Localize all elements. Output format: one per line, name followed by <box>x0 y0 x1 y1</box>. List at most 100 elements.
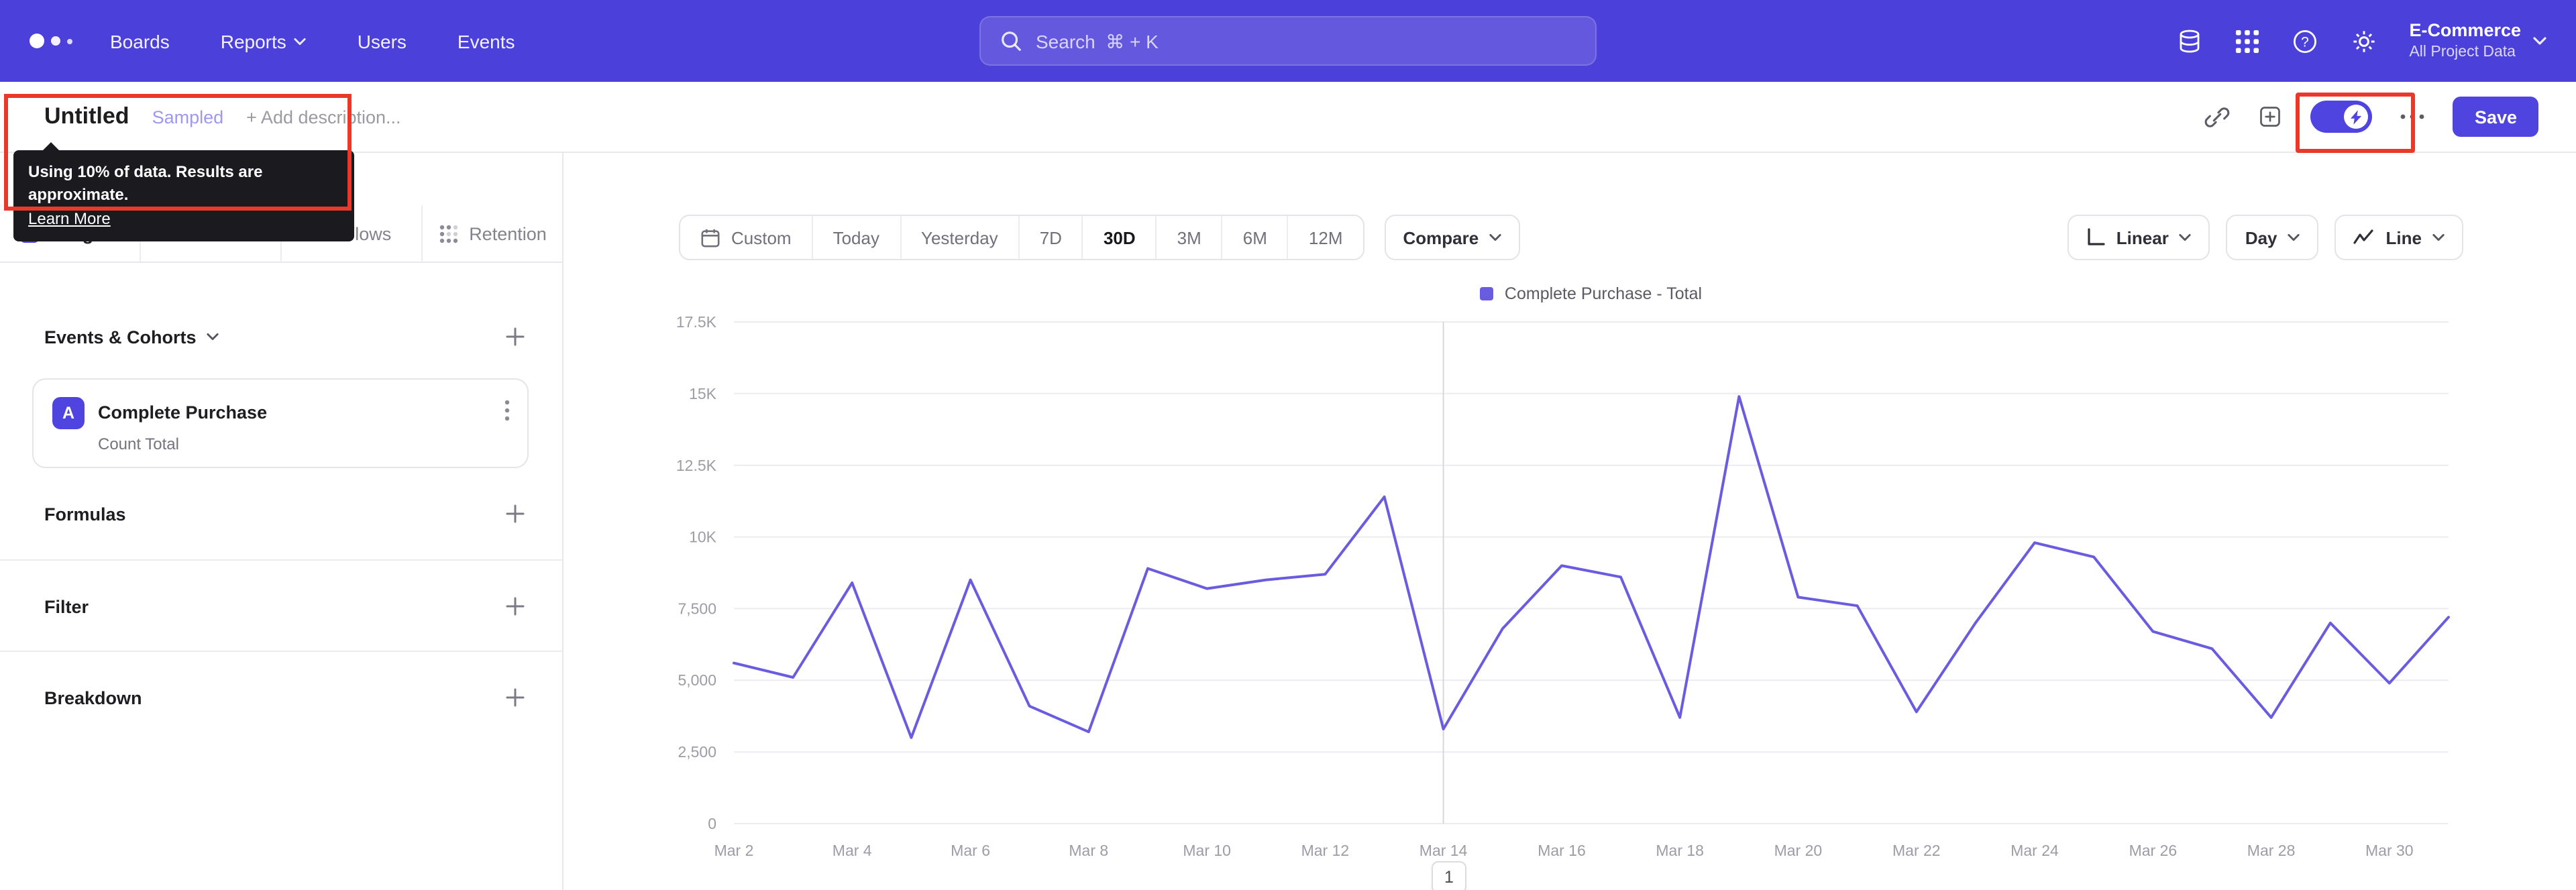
chevron-down-icon <box>1489 233 1501 241</box>
query-builder-sidebar: Insights Funnels Flows Retention Events <box>0 153 564 890</box>
svg-text:Mar 8: Mar 8 <box>1069 842 1108 859</box>
event-card-complete-purchase[interactable]: A Complete Purchase Count Total <box>32 378 529 468</box>
nav-item-label: Events <box>457 30 515 52</box>
tooltip-text: Using 10% of data. Results are approxima… <box>28 162 263 205</box>
compare-button[interactable]: Compare <box>1384 215 1521 260</box>
svg-text:5,000: 5,000 <box>678 671 716 689</box>
project-switcher[interactable]: E-Commerce All Project Data <box>2409 20 2546 62</box>
range-label: Custom <box>731 227 792 247</box>
range-3m-button[interactable]: 3M <box>1155 216 1222 259</box>
range-label: 7D <box>1039 227 1062 247</box>
nav-right-cluster: ? E-Commerce All Project Data <box>2176 20 2546 62</box>
app-window: Boards Reports Users Events ? E-Commerce… <box>0 0 2576 890</box>
svg-text:Mar 6: Mar 6 <box>951 842 990 859</box>
range-7d-button[interactable]: 7D <box>1018 216 1082 259</box>
range-6m-button[interactable]: 6M <box>1221 216 1287 259</box>
tab-retention[interactable]: Retention <box>423 205 562 262</box>
add-description[interactable]: + Add description... <box>246 107 400 127</box>
section-breakdown: Breakdown <box>44 681 525 714</box>
chart-legend[interactable]: Complete Purchase - Total <box>734 284 2449 303</box>
nav-item-events[interactable]: Events <box>458 30 515 52</box>
search-icon <box>1000 30 1022 52</box>
date-range-segmented: Custom Today Yesterday 7D 30D 3M 6M 12M <box>679 215 1364 260</box>
nav-item-reports[interactable]: Reports <box>221 30 307 52</box>
range-12m-button[interactable]: 12M <box>1287 216 1363 259</box>
save-button[interactable]: Save <box>2453 97 2538 137</box>
help-icon[interactable]: ? <box>2291 27 2318 54</box>
section-label: Formulas <box>44 504 126 524</box>
chevron-down-icon <box>294 37 307 45</box>
section-filter: Filter <box>44 590 525 622</box>
svg-text:Mar 18: Mar 18 <box>1656 842 1704 859</box>
chevron-down-icon <box>2180 233 2192 241</box>
primary-nav: Boards Reports Users Events <box>110 30 515 52</box>
add-formula-button[interactable] <box>506 504 525 523</box>
svg-text:Mar 26: Mar 26 <box>2129 842 2178 859</box>
svg-text:Mar 10: Mar 10 <box>1183 842 1231 859</box>
top-nav: Boards Reports Users Events ? E-Commerce… <box>0 0 2576 82</box>
range-label: 30D <box>1103 227 1136 247</box>
toggle-knob <box>2344 105 2369 129</box>
logo-dot-icon <box>67 38 72 44</box>
sampling-toggle[interactable] <box>2310 101 2373 133</box>
svg-text:7,500: 7,500 <box>678 600 716 617</box>
svg-text:0: 0 <box>708 815 716 832</box>
sampled-badge[interactable]: Sampled <box>152 107 224 127</box>
nav-item-label: Reports <box>220 30 286 52</box>
report-title[interactable]: Untitled <box>44 103 129 130</box>
nav-item-label: Users <box>357 30 407 52</box>
insights-line-chart[interactable]: 0 2,500 5,000 7,500 10K 12.5K 15K 17.5K Mar 2 Mar… <box>564 309 2576 890</box>
share-link-icon[interactable] <box>2205 104 2231 129</box>
more-options-icon[interactable] <box>2401 114 2425 119</box>
scale-select[interactable]: Linear <box>2068 215 2210 260</box>
chevron-down-icon <box>207 333 219 341</box>
scale-label: Linear <box>2116 227 2169 247</box>
chart-panel: Custom Today Yesterday 7D 30D 3M 6M 12M … <box>564 153 2576 890</box>
search-input[interactable] <box>1036 30 1576 52</box>
data-explorer-icon[interactable] <box>2176 27 2202 54</box>
events-cohorts-toggle[interactable]: Events & Cohorts <box>44 327 219 347</box>
chart-pagination[interactable]: 1 <box>1432 861 1466 890</box>
chart-type-select[interactable]: Line <box>2334 215 2463 260</box>
legend-swatch-icon <box>1480 287 1494 300</box>
section-formulas: Formulas <box>44 498 525 530</box>
kebab-icon[interactable] <box>504 400 510 421</box>
mixpanel-logo[interactable] <box>30 34 72 48</box>
event-avatar: A <box>52 397 85 429</box>
chart-display-controls: Linear Day Line <box>2068 215 2463 260</box>
svg-text:Mar 12: Mar 12 <box>1301 842 1350 859</box>
line-chart-icon <box>2353 229 2375 245</box>
range-custom-button[interactable]: Custom <box>680 216 812 259</box>
add-filter-button[interactable] <box>506 597 525 616</box>
divider <box>0 651 562 652</box>
granularity-select[interactable]: Day <box>2226 215 2319 260</box>
global-search[interactable] <box>979 16 1597 66</box>
event-metric[interactable]: Count Total <box>98 435 179 453</box>
apps-grid-icon[interactable] <box>2235 29 2259 53</box>
chevron-down-icon <box>2432 233 2445 241</box>
nav-item-boards[interactable]: Boards <box>110 30 170 52</box>
svg-text:Mar 30: Mar 30 <box>2365 842 2414 859</box>
svg-text:Mar 22: Mar 22 <box>1892 842 1941 859</box>
chart-toolbar: Custom Today Yesterday 7D 30D 3M 6M 12M … <box>679 215 2463 260</box>
add-event-button[interactable] <box>506 327 525 346</box>
add-breakdown-button[interactable] <box>506 688 525 707</box>
section-label: Filter <box>44 596 89 616</box>
range-label: 6M <box>1242 227 1267 247</box>
granularity-label: Day <box>2245 227 2277 247</box>
add-to-board-icon[interactable] <box>2259 105 2283 129</box>
svg-text:17.5K: 17.5K <box>676 313 717 331</box>
nav-item-users[interactable]: Users <box>358 30 407 52</box>
svg-text:15K: 15K <box>689 385 717 402</box>
learn-more-link[interactable]: Learn More <box>28 208 111 231</box>
range-today-button[interactable]: Today <box>811 216 900 259</box>
calendar-icon <box>700 227 720 247</box>
settings-gear-icon[interactable] <box>2350 27 2377 54</box>
range-label: Yesterday <box>921 227 998 247</box>
report-header: Untitled Sampled + Add description... Sa… <box>0 82 2576 153</box>
range-label: 12M <box>1308 227 1343 247</box>
range-yesterday-button[interactable]: Yesterday <box>900 216 1018 259</box>
range-label: 3M <box>1177 227 1201 247</box>
logo-dot-icon <box>30 34 44 48</box>
range-30d-button[interactable]: 30D <box>1081 216 1156 259</box>
